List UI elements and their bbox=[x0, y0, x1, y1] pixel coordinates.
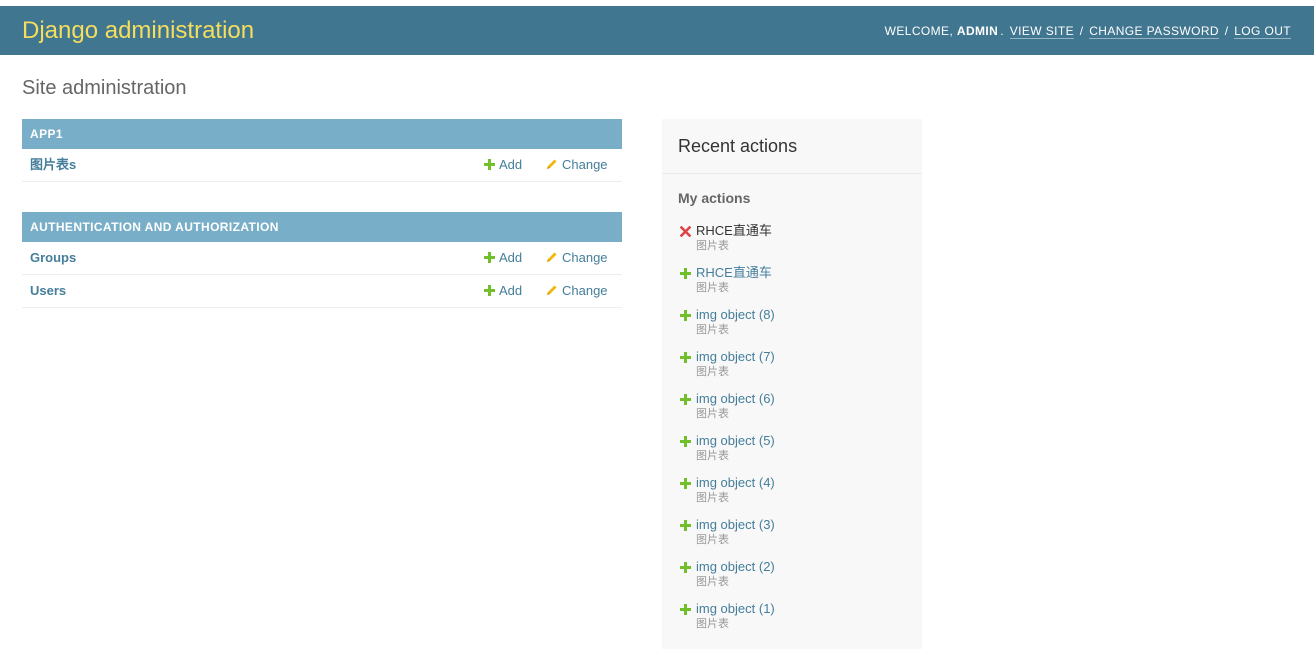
model-link-images[interactable]: 图片表s bbox=[30, 157, 76, 173]
action-list: RHCE直通车 图片表 RHCE直通车 图片表 img object (8) 图… bbox=[678, 223, 918, 643]
my-actions-heading: My actions bbox=[678, 190, 751, 206]
add-groups-button[interactable]: Add bbox=[484, 250, 522, 266]
action-content-type: 图片表 bbox=[696, 618, 729, 630]
action-content-type: 图片表 bbox=[696, 240, 729, 252]
action-item: img object (5) 图片表 bbox=[678, 433, 918, 475]
recent-actions-title: Recent actions bbox=[678, 136, 798, 156]
page-title: Site administration bbox=[22, 77, 187, 99]
plus-icon bbox=[484, 285, 495, 296]
action-content-type: 图片表 bbox=[696, 492, 729, 504]
log-out-link[interactable]: Log out bbox=[1234, 24, 1291, 39]
action-link[interactable]: img object (5) bbox=[696, 433, 775, 449]
pencil-icon bbox=[547, 159, 557, 169]
model-row-users: Users Add Change bbox=[22, 275, 622, 308]
action-title: RHCE直通车 bbox=[696, 223, 772, 238]
action-item: img object (2) 图片表 bbox=[678, 559, 918, 601]
action-item: img object (1) 图片表 bbox=[678, 601, 918, 643]
model-row-groups: Groups Add Change bbox=[22, 242, 622, 275]
action-item: img object (3) 图片表 bbox=[678, 517, 918, 559]
module-caption: AUTHENTICATION AND AUTHORIZATION bbox=[22, 212, 622, 242]
pencil-icon bbox=[547, 285, 557, 295]
action-content-type: 图片表 bbox=[696, 282, 729, 294]
action-link[interactable]: img object (6) bbox=[696, 391, 775, 407]
username: admin bbox=[956, 24, 999, 38]
action-item: img object (4) 图片表 bbox=[678, 475, 918, 517]
change-password-link[interactable]: Change password bbox=[1089, 24, 1219, 39]
view-site-link[interactable]: View site bbox=[1009, 24, 1074, 39]
divider bbox=[662, 173, 922, 174]
action-item: RHCE直通车 图片表 bbox=[678, 265, 918, 307]
action-link[interactable]: img object (3) bbox=[696, 517, 775, 533]
action-content-type: 图片表 bbox=[696, 324, 729, 336]
model-link-groups[interactable]: Groups bbox=[30, 250, 76, 266]
module-auth: AUTHENTICATION AND AUTHORIZATION Groups … bbox=[22, 212, 622, 308]
add-icon bbox=[680, 394, 691, 405]
recent-actions-panel: Recent actions My actions RHCE直通车 图片表 RH… bbox=[662, 119, 922, 649]
action-link[interactable]: img object (1) bbox=[696, 601, 775, 617]
action-content-type: 图片表 bbox=[696, 450, 729, 462]
action-content-type: 图片表 bbox=[696, 366, 729, 378]
action-content-type: 图片表 bbox=[696, 408, 729, 420]
add-icon bbox=[680, 604, 691, 615]
action-link[interactable]: img object (4) bbox=[696, 475, 775, 491]
plus-icon bbox=[484, 159, 495, 170]
auth-section-link[interactable]: AUTHENTICATION AND AUTHORIZATION bbox=[30, 220, 279, 234]
app1-section-link[interactable]: APP1 bbox=[30, 127, 63, 141]
add-icon bbox=[680, 436, 691, 447]
plus-icon bbox=[484, 252, 495, 263]
welcome-text: Welcome, bbox=[884, 24, 954, 38]
model-row-images: 图片表s Add Change bbox=[22, 149, 622, 182]
header: Django administration Welcome, admin. Vi… bbox=[0, 6, 1314, 55]
action-link[interactable]: RHCE直通车 bbox=[696, 265, 772, 281]
action-content-type: 图片表 bbox=[696, 534, 729, 546]
pencil-icon bbox=[547, 252, 557, 262]
add-icon bbox=[680, 268, 691, 279]
change-users-button[interactable]: Change bbox=[546, 283, 608, 299]
add-icon bbox=[680, 310, 691, 321]
add-users-button[interactable]: Add bbox=[484, 283, 522, 299]
add-icon bbox=[680, 352, 691, 363]
change-images-button[interactable]: Change bbox=[546, 157, 608, 173]
add-icon bbox=[680, 520, 691, 531]
action-item: img object (8) 图片表 bbox=[678, 307, 918, 349]
action-link[interactable]: img object (7) bbox=[696, 349, 775, 365]
action-link[interactable]: img object (2) bbox=[696, 559, 775, 575]
add-icon bbox=[680, 562, 691, 573]
action-item: RHCE直通车 图片表 bbox=[678, 223, 918, 265]
user-tools: Welcome, admin. View site / Change passw… bbox=[884, 24, 1291, 39]
module-caption: APP1 bbox=[22, 119, 622, 149]
action-link[interactable]: img object (8) bbox=[696, 307, 775, 323]
change-groups-button[interactable]: Change bbox=[546, 250, 608, 266]
add-icon bbox=[680, 478, 691, 489]
model-link-users[interactable]: Users bbox=[30, 283, 66, 299]
action-item: img object (6) 图片表 bbox=[678, 391, 918, 433]
action-item: img object (7) 图片表 bbox=[678, 349, 918, 391]
action-content-type: 图片表 bbox=[696, 576, 729, 588]
delete-icon bbox=[680, 226, 691, 237]
add-images-button[interactable]: Add bbox=[484, 157, 522, 173]
module-app1: APP1 图片表s Add Change bbox=[22, 119, 622, 182]
site-branding-link[interactable]: Django administration bbox=[22, 16, 254, 46]
